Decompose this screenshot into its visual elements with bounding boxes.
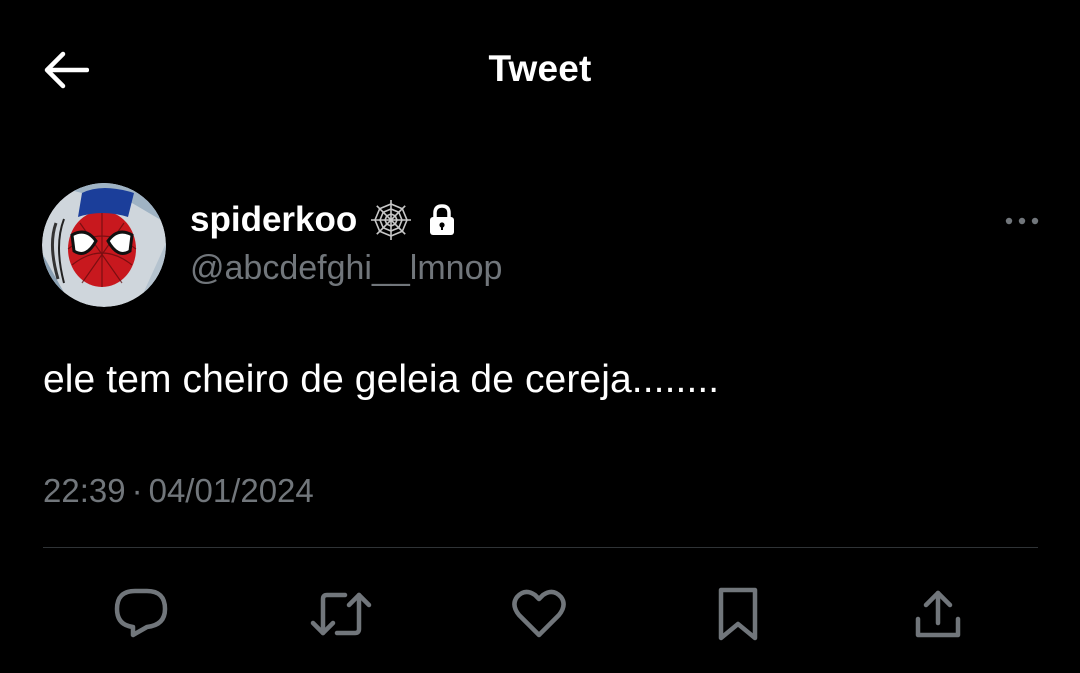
top-bar: Tweet bbox=[0, 0, 1080, 140]
like-icon bbox=[511, 589, 567, 639]
tweet-timestamp[interactable]: 22:39 · 04/01/2024 bbox=[43, 472, 314, 510]
share-icon bbox=[912, 587, 964, 641]
share-button[interactable] bbox=[906, 578, 970, 650]
avatar[interactable] bbox=[42, 183, 166, 307]
bookmark-button[interactable] bbox=[706, 578, 770, 650]
author-handle[interactable]: @abcdefghi__lmnop bbox=[190, 249, 502, 288]
action-bar bbox=[0, 578, 1080, 650]
retweet-icon bbox=[309, 589, 373, 639]
display-name[interactable]: spiderkoo bbox=[190, 200, 357, 240]
more-horizontal-icon bbox=[1004, 216, 1040, 226]
tweet-date: 04/01/2024 bbox=[148, 472, 314, 509]
separator-dot: · bbox=[131, 472, 143, 509]
tweet-author: spiderkoo @abcdefghi__lmnop bbox=[42, 183, 1042, 308]
page-title: Tweet bbox=[488, 48, 592, 89]
reply-icon bbox=[113, 587, 169, 641]
more-options-button[interactable] bbox=[1002, 201, 1042, 241]
display-name-row: spiderkoo bbox=[190, 197, 502, 243]
tweet-text: ele tem cheiro de geleia de cereja......… bbox=[43, 358, 720, 401]
spider-web-icon bbox=[369, 198, 413, 242]
divider bbox=[43, 547, 1038, 548]
reply-button[interactable] bbox=[109, 578, 173, 650]
bookmark-icon bbox=[715, 586, 761, 642]
tweet-time: 22:39 bbox=[43, 472, 126, 509]
author-names: spiderkoo @abcdefghi__lmnop bbox=[190, 197, 502, 288]
retweet-button[interactable] bbox=[309, 578, 373, 650]
lock-icon bbox=[427, 204, 457, 236]
like-button[interactable] bbox=[507, 578, 571, 650]
